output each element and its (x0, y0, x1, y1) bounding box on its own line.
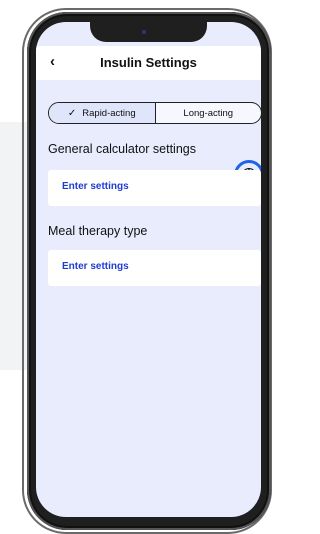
section-title-general: General calculator settings (48, 142, 196, 156)
page-title: Insulin Settings (100, 55, 197, 70)
general-settings-card[interactable]: Enter settings (48, 170, 261, 206)
check-icon: ✓ (67, 107, 77, 119)
meal-settings-card[interactable]: Enter settings (48, 250, 261, 286)
enter-settings-link[interactable]: Enter settings (62, 181, 129, 192)
toggle-label: Rapid-acting (82, 107, 136, 119)
toggle-rapid-acting[interactable]: ✓ Rapid-acting (49, 103, 156, 123)
enter-settings-link[interactable]: Enter settings (62, 261, 129, 272)
phone-screen: ‹ Insulin Settings ✓ Rapid-acting Long-a… (36, 22, 261, 517)
toggle-long-acting[interactable]: Long-acting (156, 103, 262, 123)
insulin-type-toggle: ✓ Rapid-acting Long-acting (48, 102, 261, 124)
section-title-meal: Meal therapy type (48, 224, 148, 238)
toggle-label: Long-acting (183, 107, 234, 119)
app-header: ‹ Insulin Settings (36, 46, 261, 80)
camera-dot (142, 30, 146, 34)
phone-notch (90, 22, 207, 42)
